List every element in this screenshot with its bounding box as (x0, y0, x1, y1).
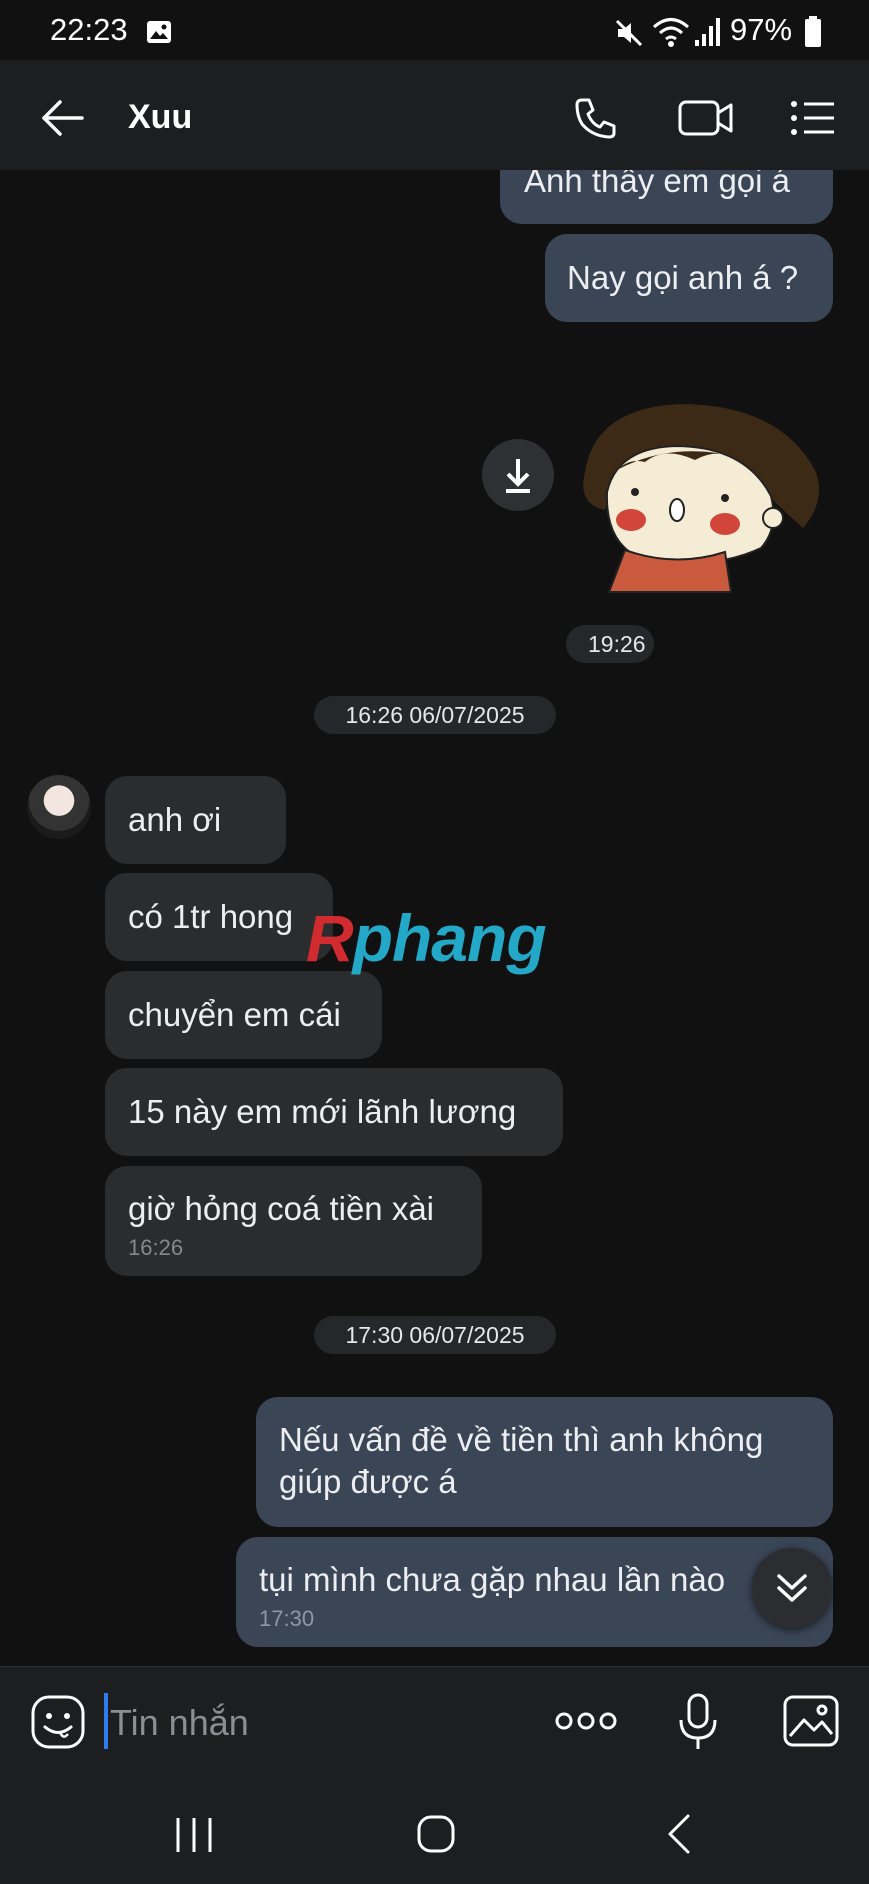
message-bubble-incoming[interactable]: anh ơi (105, 776, 286, 864)
message-text: 15 này em mới lãnh lương (128, 1093, 517, 1130)
nav-back-icon[interactable] (664, 1812, 694, 1856)
message-text: tụi mình chưa gặp nhau lần nào (259, 1561, 726, 1598)
message-bubble-incoming[interactable]: 15 này em mới lãnh lương (105, 1068, 563, 1156)
message-text: Nếu vấn đề về tiền thì anh không giúp đư… (279, 1421, 764, 1500)
watermark-rest: phang (352, 901, 547, 975)
image-gallery-icon[interactable] (782, 1694, 840, 1748)
gallery-icon (147, 21, 171, 43)
watermark-logo: Rphang (306, 900, 547, 976)
video-call-icon[interactable] (678, 96, 734, 140)
emoji-icon[interactable] (30, 1694, 86, 1750)
sticker-timestamp: 19:26 (566, 625, 654, 663)
scroll-to-bottom-button[interactable] (752, 1548, 832, 1628)
phone-call-icon[interactable] (574, 96, 618, 140)
message-text: anh ơi (128, 801, 222, 838)
message-timestamp: 16:26 (128, 1235, 184, 1260)
watermark-first-letter: R (306, 901, 354, 975)
battery-icon (805, 16, 821, 47)
message-text: có 1tr hong (128, 898, 294, 935)
message-bubble-incoming[interactable]: giờ hỏng coá tiền xài 16:26 (105, 1166, 482, 1276)
date-separator: 17:30 06/07/2025 (314, 1316, 556, 1354)
mute-icon (615, 19, 643, 47)
message-text: chuyển em cái (128, 996, 341, 1033)
microphone-icon[interactable] (677, 1692, 719, 1752)
message-input[interactable] (110, 1700, 530, 1746)
battery-percentage: 97% (730, 12, 793, 47)
message-bubble-outgoing[interactable]: Nếu vấn đề về tiền thì anh không giúp đư… (256, 1397, 833, 1527)
signal-icon (695, 18, 720, 46)
avatar[interactable] (27, 775, 91, 839)
home-icon[interactable] (416, 1814, 456, 1854)
more-options-icon[interactable] (555, 1706, 617, 1736)
double-chevron-down-icon (777, 1574, 807, 1602)
message-text: giờ hỏng coá tiền xài (128, 1190, 435, 1227)
message-bubble-incoming[interactable]: chuyển em cái (105, 971, 382, 1059)
download-button[interactable] (482, 439, 554, 511)
message-text: Nay gọi anh á ? (567, 259, 799, 296)
message-bubble-outgoing[interactable]: tụi mình chưa gặp nhau lần nào 17:30 (236, 1537, 833, 1647)
status-time: 22:23 (50, 12, 128, 47)
wifi-icon (653, 18, 689, 47)
recent-apps-icon[interactable] (172, 1816, 216, 1854)
menu-list-icon[interactable] (790, 96, 836, 140)
girl-sticker-image[interactable] (565, 400, 831, 596)
download-icon (506, 459, 530, 493)
message-timestamp: 17:30 (259, 1606, 315, 1631)
message-bubble-outgoing[interactable]: Nay gọi anh á ? (545, 234, 833, 322)
back-arrow-icon[interactable] (40, 96, 84, 140)
text-cursor (104, 1693, 108, 1749)
date-separator: 16:26 06/07/2025 (314, 696, 556, 734)
contact-name[interactable]: Xuu (128, 98, 192, 137)
message-bubble-incoming[interactable]: có 1tr hong (105, 873, 333, 961)
